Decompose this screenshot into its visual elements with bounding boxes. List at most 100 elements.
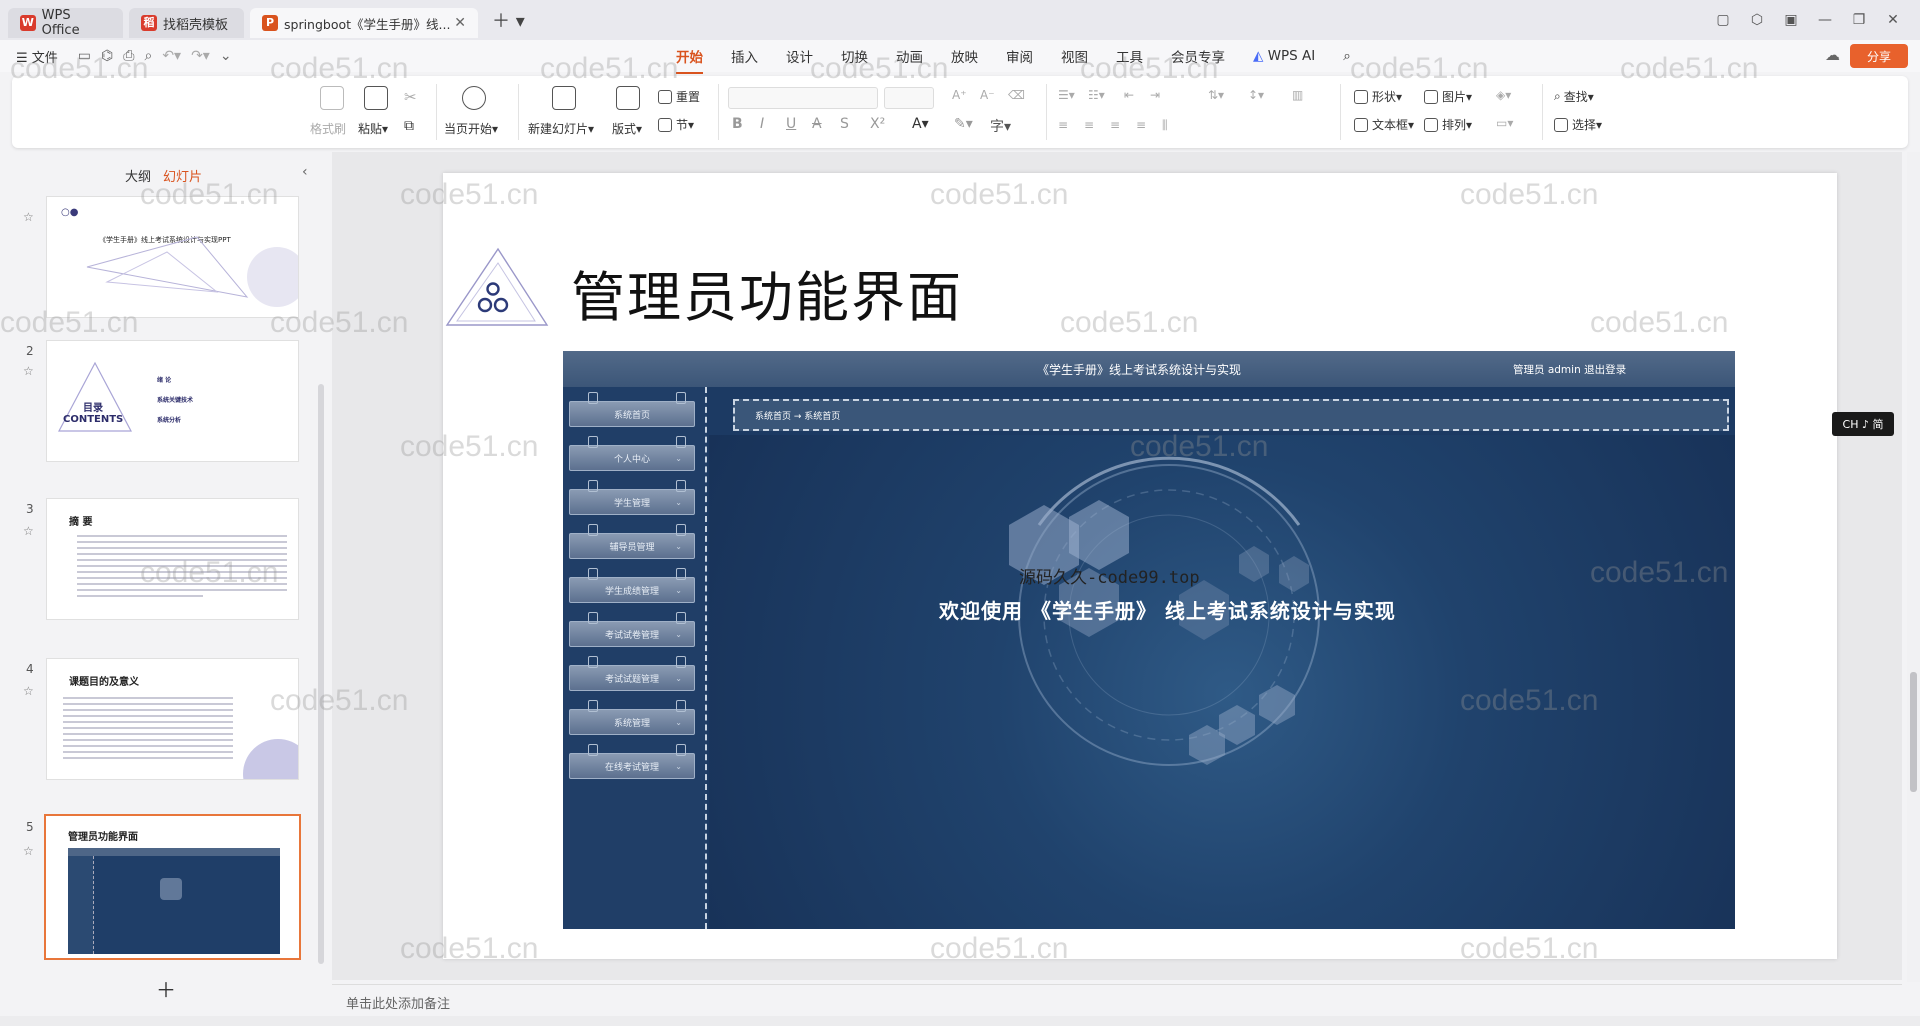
tab-template[interactable]: 稻 找稻壳模板: [129, 8, 244, 38]
justify-icon[interactable]: ≡: [1136, 118, 1146, 132]
reset-button[interactable]: 重置: [658, 88, 700, 105]
preview-icon[interactable]: ⌕: [144, 48, 152, 64]
add-slide-button[interactable]: ＋: [156, 974, 176, 1003]
tab-outline[interactable]: 大纲: [125, 166, 151, 185]
tab-wps-office[interactable]: W WPS Office: [8, 8, 123, 38]
line-spacing-icon[interactable]: ↕▾: [1248, 88, 1264, 102]
font-grow-icon[interactable]: A⁺: [952, 88, 967, 102]
redo-icon[interactable]: ↷▾: [191, 48, 210, 64]
new-slide-button[interactable]: 新建幻灯片 ▾: [528, 120, 594, 137]
search-icon[interactable]: ⌕: [1343, 48, 1351, 64]
slide-5[interactable]: 管理员功能界面 《学生手册》线上考试系统设计与实现 管理员 admin 退出登录…: [443, 173, 1837, 959]
restore-icon[interactable]: ❐: [1842, 12, 1876, 28]
star-icon[interactable]: ☆: [23, 524, 34, 538]
close-window-icon[interactable]: ✕: [1876, 12, 1910, 28]
tab-tools[interactable]: 工具: [1116, 46, 1143, 66]
tab-home[interactable]: 开始: [676, 46, 703, 74]
font-color-icon[interactable]: A▾: [912, 116, 929, 132]
font-shrink-icon[interactable]: A⁻: [980, 88, 995, 102]
star-icon[interactable]: ☆: [23, 844, 34, 858]
panel-scrollbar[interactable]: [318, 384, 324, 964]
slide-thumbnail-3[interactable]: 摘 要: [46, 498, 299, 620]
admin-screenshot[interactable]: 《学生手册》线上考试系统设计与实现 管理员 admin 退出登录 系统首页 个人…: [563, 351, 1735, 929]
bullets-icon[interactable]: ☰▾: [1058, 88, 1075, 102]
tab-insert[interactable]: 插入: [731, 46, 758, 66]
undo-icon[interactable]: ↶▾: [162, 48, 181, 64]
paste-button[interactable]: 粘贴 ▾: [358, 120, 388, 137]
layout-button[interactable]: 版式 ▾: [612, 120, 642, 137]
bold-icon[interactable]: B: [732, 116, 743, 132]
highlight-icon[interactable]: ✎▾: [954, 116, 973, 132]
underline-icon[interactable]: U: [786, 116, 796, 132]
slide-title[interactable]: 管理员功能界面: [571, 253, 963, 332]
tab-slides[interactable]: 幻灯片: [163, 166, 202, 185]
find-button[interactable]: ⌕ 查找 ▾: [1554, 88, 1594, 105]
close-tab-icon[interactable]: ✕: [454, 15, 466, 31]
collapse-panel-icon[interactable]: ‹: [302, 164, 308, 180]
shape-button[interactable]: 形状 ▾: [1354, 88, 1402, 105]
star-icon[interactable]: ☆: [23, 364, 34, 378]
ime-indicator[interactable]: CH ♪ 简: [1832, 412, 1894, 436]
star-icon[interactable]: ☆: [23, 210, 34, 224]
format-painter-icon[interactable]: [320, 86, 344, 110]
paste-icon[interactable]: [364, 86, 388, 110]
avatar[interactable]: ▣: [1774, 12, 1808, 28]
arrange-button[interactable]: 排列 ▾: [1424, 116, 1472, 133]
wps-ai-button[interactable]: ◭ WPS AI: [1253, 48, 1315, 64]
strikethrough-icon[interactable]: A: [812, 116, 822, 132]
outdent-icon[interactable]: ⇤: [1124, 88, 1134, 102]
text-direction-icon[interactable]: ⇅▾: [1208, 88, 1224, 102]
tab-view[interactable]: 视图: [1061, 46, 1088, 66]
align-right-icon[interactable]: ≡: [1110, 118, 1120, 132]
notes-pane[interactable]: 单击此处添加备注: [332, 984, 1902, 1016]
select-button[interactable]: 选择 ▾: [1554, 116, 1602, 133]
cube-icon[interactable]: ⬡: [1740, 12, 1774, 28]
align-left-icon[interactable]: ≡: [1058, 118, 1068, 132]
tab-design[interactable]: 设计: [786, 46, 813, 66]
new-tab-icon[interactable]: ＋ ▾: [492, 7, 525, 33]
slide-thumbnail-1[interactable]: ○● 《学生手册》线上考试系统设计与实现PPT: [46, 196, 299, 318]
clear-format-icon[interactable]: ⌫: [1008, 88, 1025, 102]
layout-icon[interactable]: [616, 86, 640, 110]
numbering-icon[interactable]: ☷▾: [1088, 88, 1105, 102]
indent-icon[interactable]: ⇥: [1150, 88, 1160, 102]
minimize-icon[interactable]: —: [1808, 12, 1842, 28]
char-spacing-icon[interactable]: 字▾: [990, 116, 1011, 136]
star-icon[interactable]: ☆: [23, 684, 34, 698]
cloud-sync-icon[interactable]: ☁: [1825, 46, 1840, 64]
slide-thumbnail-2[interactable]: 目录 CONTENTS 绪 论 系统关键技术 系统分析: [46, 340, 299, 462]
copy-icon[interactable]: ⧉: [404, 118, 414, 134]
font-size-select[interactable]: [884, 87, 934, 109]
tab-transition[interactable]: 切换: [841, 46, 868, 66]
export-icon[interactable]: ⌬: [101, 48, 113, 64]
superscript-icon[interactable]: X²: [870, 116, 885, 132]
more-icon[interactable]: ⌄: [220, 48, 232, 64]
font-family-select[interactable]: [728, 87, 878, 109]
tab-animation[interactable]: 动画: [896, 46, 923, 66]
scrollbar-thumb[interactable]: [1910, 672, 1917, 792]
slide-thumbnail-4[interactable]: 课题目的及意义: [46, 658, 299, 780]
layout-icon[interactable]: ▢: [1706, 12, 1740, 28]
section-button[interactable]: 节 ▾: [658, 116, 694, 133]
cut-icon[interactable]: ✂: [404, 88, 417, 106]
start-from-current-button[interactable]: 当页开始 ▾: [444, 120, 498, 137]
columns-icon[interactable]: ▥: [1292, 88, 1303, 102]
share-button[interactable]: 分享: [1850, 44, 1908, 68]
slide-thumbnail-5[interactable]: 管理员功能界面: [44, 814, 301, 960]
italic-icon[interactable]: I: [760, 116, 764, 132]
shadow-icon[interactable]: S: [840, 116, 849, 132]
textbox-button[interactable]: 文本框 ▾: [1354, 116, 1414, 133]
tab-review[interactable]: 审阅: [1006, 46, 1033, 66]
tab-slideshow[interactable]: 放映: [951, 46, 978, 66]
align-center-icon[interactable]: ≡: [1084, 118, 1094, 132]
new-slide-icon[interactable]: [552, 86, 576, 110]
save-icon[interactable]: ▭: [78, 48, 91, 64]
distribute-icon[interactable]: ⫼: [1162, 118, 1168, 133]
fill-icon[interactable]: ◈▾: [1496, 88, 1511, 102]
tab-member[interactable]: 会员专享: [1171, 46, 1225, 66]
file-menu[interactable]: ☰ 文件: [16, 47, 58, 66]
outline-icon[interactable]: ▭▾: [1496, 116, 1513, 130]
play-from-current-icon[interactable]: [462, 86, 486, 110]
format-painter-label[interactable]: 格式刷: [310, 120, 346, 137]
picture-button[interactable]: 图片 ▾: [1424, 88, 1472, 105]
